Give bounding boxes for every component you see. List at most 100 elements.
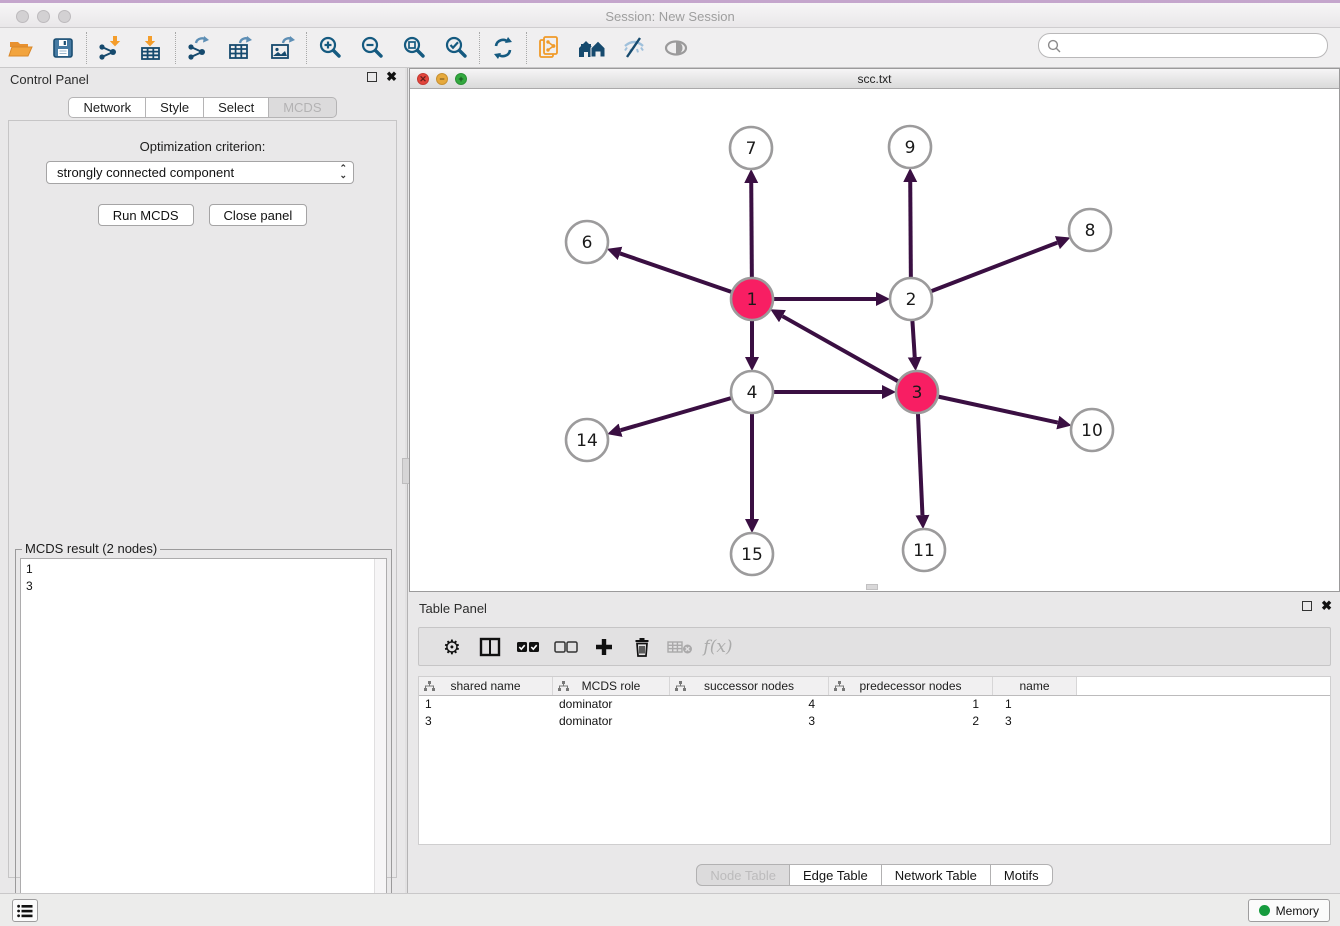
- graph-node-4[interactable]: 4: [731, 371, 773, 413]
- column-header-name[interactable]: name: [993, 677, 1077, 695]
- network-view-title: scc.txt: [410, 72, 1339, 86]
- svg-text:14: 14: [576, 431, 598, 451]
- cell-successor-nodes[interactable]: 4: [670, 696, 829, 713]
- search-field[interactable]: [1038, 33, 1328, 58]
- svg-text:7: 7: [746, 139, 757, 159]
- function-builder-icon[interactable]: f(x): [699, 631, 737, 663]
- cell-shared-name[interactable]: 1: [419, 696, 553, 713]
- tab-node-table[interactable]: Node Table: [696, 864, 790, 886]
- graph-node-6[interactable]: 6: [566, 221, 608, 263]
- close-panel-button[interactable]: Close panel: [209, 204, 308, 226]
- table-panel-title: Table Panel: [419, 601, 487, 616]
- graph-node-7[interactable]: 7: [730, 127, 772, 169]
- column-header-shared-name[interactable]: shared name: [419, 677, 553, 695]
- graph-node-1[interactable]: 1: [731, 278, 773, 320]
- panel-splitter[interactable]: [405, 68, 408, 893]
- toolbar-separator: [479, 32, 480, 64]
- network-view-window: ✕ − + scc.txt 7 9 6 8 1 2 4 3 14 10 15 11: [409, 68, 1340, 592]
- tab-edge-table[interactable]: Edge Table: [790, 864, 882, 886]
- cell-successor-nodes[interactable]: 3: [670, 713, 829, 730]
- float-table-panel-icon[interactable]: [1302, 601, 1312, 611]
- cell-shared-name[interactable]: 3: [419, 713, 553, 730]
- zoom-fit-icon[interactable]: [393, 31, 435, 65]
- optimization-select-value: strongly connected component: [57, 165, 234, 180]
- task-history-button[interactable]: [12, 899, 38, 922]
- memory-button-label: Memory: [1276, 904, 1319, 918]
- control-panel-header: Control Panel ✖: [0, 68, 405, 92]
- delete-column-icon[interactable]: [623, 631, 661, 663]
- save-icon[interactable]: [42, 31, 84, 65]
- optimization-select[interactable]: strongly connected component ⌃⌄: [46, 161, 354, 184]
- tab-motifs[interactable]: Motifs: [991, 864, 1053, 886]
- graph-node-3[interactable]: 3: [896, 371, 938, 413]
- column-header-predecessor-nodes[interactable]: predecessor nodes: [829, 677, 993, 695]
- deselect-all-columns-icon[interactable]: [547, 631, 585, 663]
- split-columns-icon[interactable]: [471, 631, 509, 663]
- graph-node-11[interactable]: 11: [903, 529, 945, 571]
- export-network-icon[interactable]: [178, 31, 220, 65]
- table-settings-gear-icon[interactable]: ⚙: [433, 631, 471, 663]
- select-all-columns-icon[interactable]: [509, 631, 547, 663]
- column-header-successor-nodes[interactable]: successor nodes: [670, 677, 829, 695]
- zoom-in-icon[interactable]: [309, 31, 351, 65]
- tab-mcds[interactable]: MCDS: [269, 97, 336, 118]
- graph-node-10[interactable]: 10: [1071, 409, 1113, 451]
- tab-select[interactable]: Select: [204, 97, 269, 118]
- tab-network-table[interactable]: Network Table: [882, 864, 991, 886]
- open-folder-icon[interactable]: [0, 31, 42, 65]
- result-scrollbar[interactable]: [374, 559, 386, 918]
- mcds-result-group: MCDS result (2 nodes) 1 3: [15, 549, 392, 925]
- graph-node-8[interactable]: 8: [1069, 209, 1111, 251]
- network-canvas[interactable]: 7 9 6 8 1 2 4 3 14 10 15 11: [410, 90, 1339, 591]
- zoom-selected-icon[interactable]: [435, 31, 477, 65]
- tab-style[interactable]: Style: [146, 97, 204, 118]
- graph-node-14[interactable]: 14: [566, 419, 608, 461]
- export-table-icon[interactable]: [220, 31, 262, 65]
- svg-text:10: 10: [1081, 421, 1103, 441]
- import-table-icon[interactable]: [131, 31, 173, 65]
- memory-button[interactable]: Memory: [1248, 899, 1330, 922]
- cell-name[interactable]: 3: [993, 713, 1077, 730]
- toolbar-separator: [175, 32, 176, 64]
- float-panel-icon[interactable]: [367, 72, 377, 82]
- import-network-icon[interactable]: [89, 31, 131, 65]
- cell-mcds-role[interactable]: dominator: [553, 696, 670, 713]
- cell-name[interactable]: 1: [993, 696, 1077, 713]
- mcds-result-line: 1: [26, 561, 381, 578]
- graph-edge-2-8[interactable]: [911, 243, 1057, 299]
- table-row[interactable]: 1 dominator 4 1 1: [419, 696, 1330, 713]
- cell-predecessor-nodes[interactable]: 2: [829, 713, 993, 730]
- close-panel-icon[interactable]: ✖: [386, 72, 397, 82]
- column-type-icon: [834, 681, 845, 692]
- delete-table-icon[interactable]: [661, 631, 699, 663]
- graph-node-2[interactable]: 2: [890, 278, 932, 320]
- canvas-scrollbar-handle[interactable]: [866, 584, 878, 590]
- zoom-out-icon[interactable]: [351, 31, 393, 65]
- control-panel-tabs: Network Style Select MCDS: [0, 97, 405, 118]
- cell-mcds-role[interactable]: dominator: [553, 713, 670, 730]
- network-window-titlebar[interactable]: ✕ − + scc.txt: [410, 69, 1339, 89]
- export-image-icon[interactable]: [262, 31, 304, 65]
- add-column-icon[interactable]: [585, 631, 623, 663]
- graph-node-9[interactable]: 9: [889, 126, 931, 168]
- refresh-icon[interactable]: [482, 31, 524, 65]
- show-all-icon[interactable]: [655, 31, 697, 65]
- mcds-panel: Optimization criterion: strongly connect…: [8, 120, 397, 878]
- hide-selected-icon[interactable]: [613, 31, 655, 65]
- tab-network[interactable]: Network: [68, 97, 146, 118]
- first-neighbors-icon[interactable]: [571, 31, 613, 65]
- toolbar-separator: [86, 32, 87, 64]
- search-input[interactable]: [1066, 36, 1327, 56]
- close-table-panel-icon[interactable]: ✖: [1321, 601, 1332, 611]
- table-row[interactable]: 3 dominator 3 2 3: [419, 713, 1330, 730]
- network-from-selection-icon[interactable]: [529, 31, 571, 65]
- run-mcds-button[interactable]: Run MCDS: [98, 204, 194, 226]
- graph-edge-3-1[interactable]: [782, 316, 917, 392]
- graph-node-15[interactable]: 15: [731, 533, 773, 575]
- mcds-result-text[interactable]: 1 3: [20, 558, 387, 919]
- cell-predecessor-nodes[interactable]: 1: [829, 696, 993, 713]
- column-header-mcds-role[interactable]: MCDS role: [553, 677, 670, 695]
- svg-text:1: 1: [747, 290, 758, 310]
- node-table: shared name MCDS role successor nodes pr…: [418, 676, 1331, 845]
- memory-status-icon: [1259, 905, 1270, 916]
